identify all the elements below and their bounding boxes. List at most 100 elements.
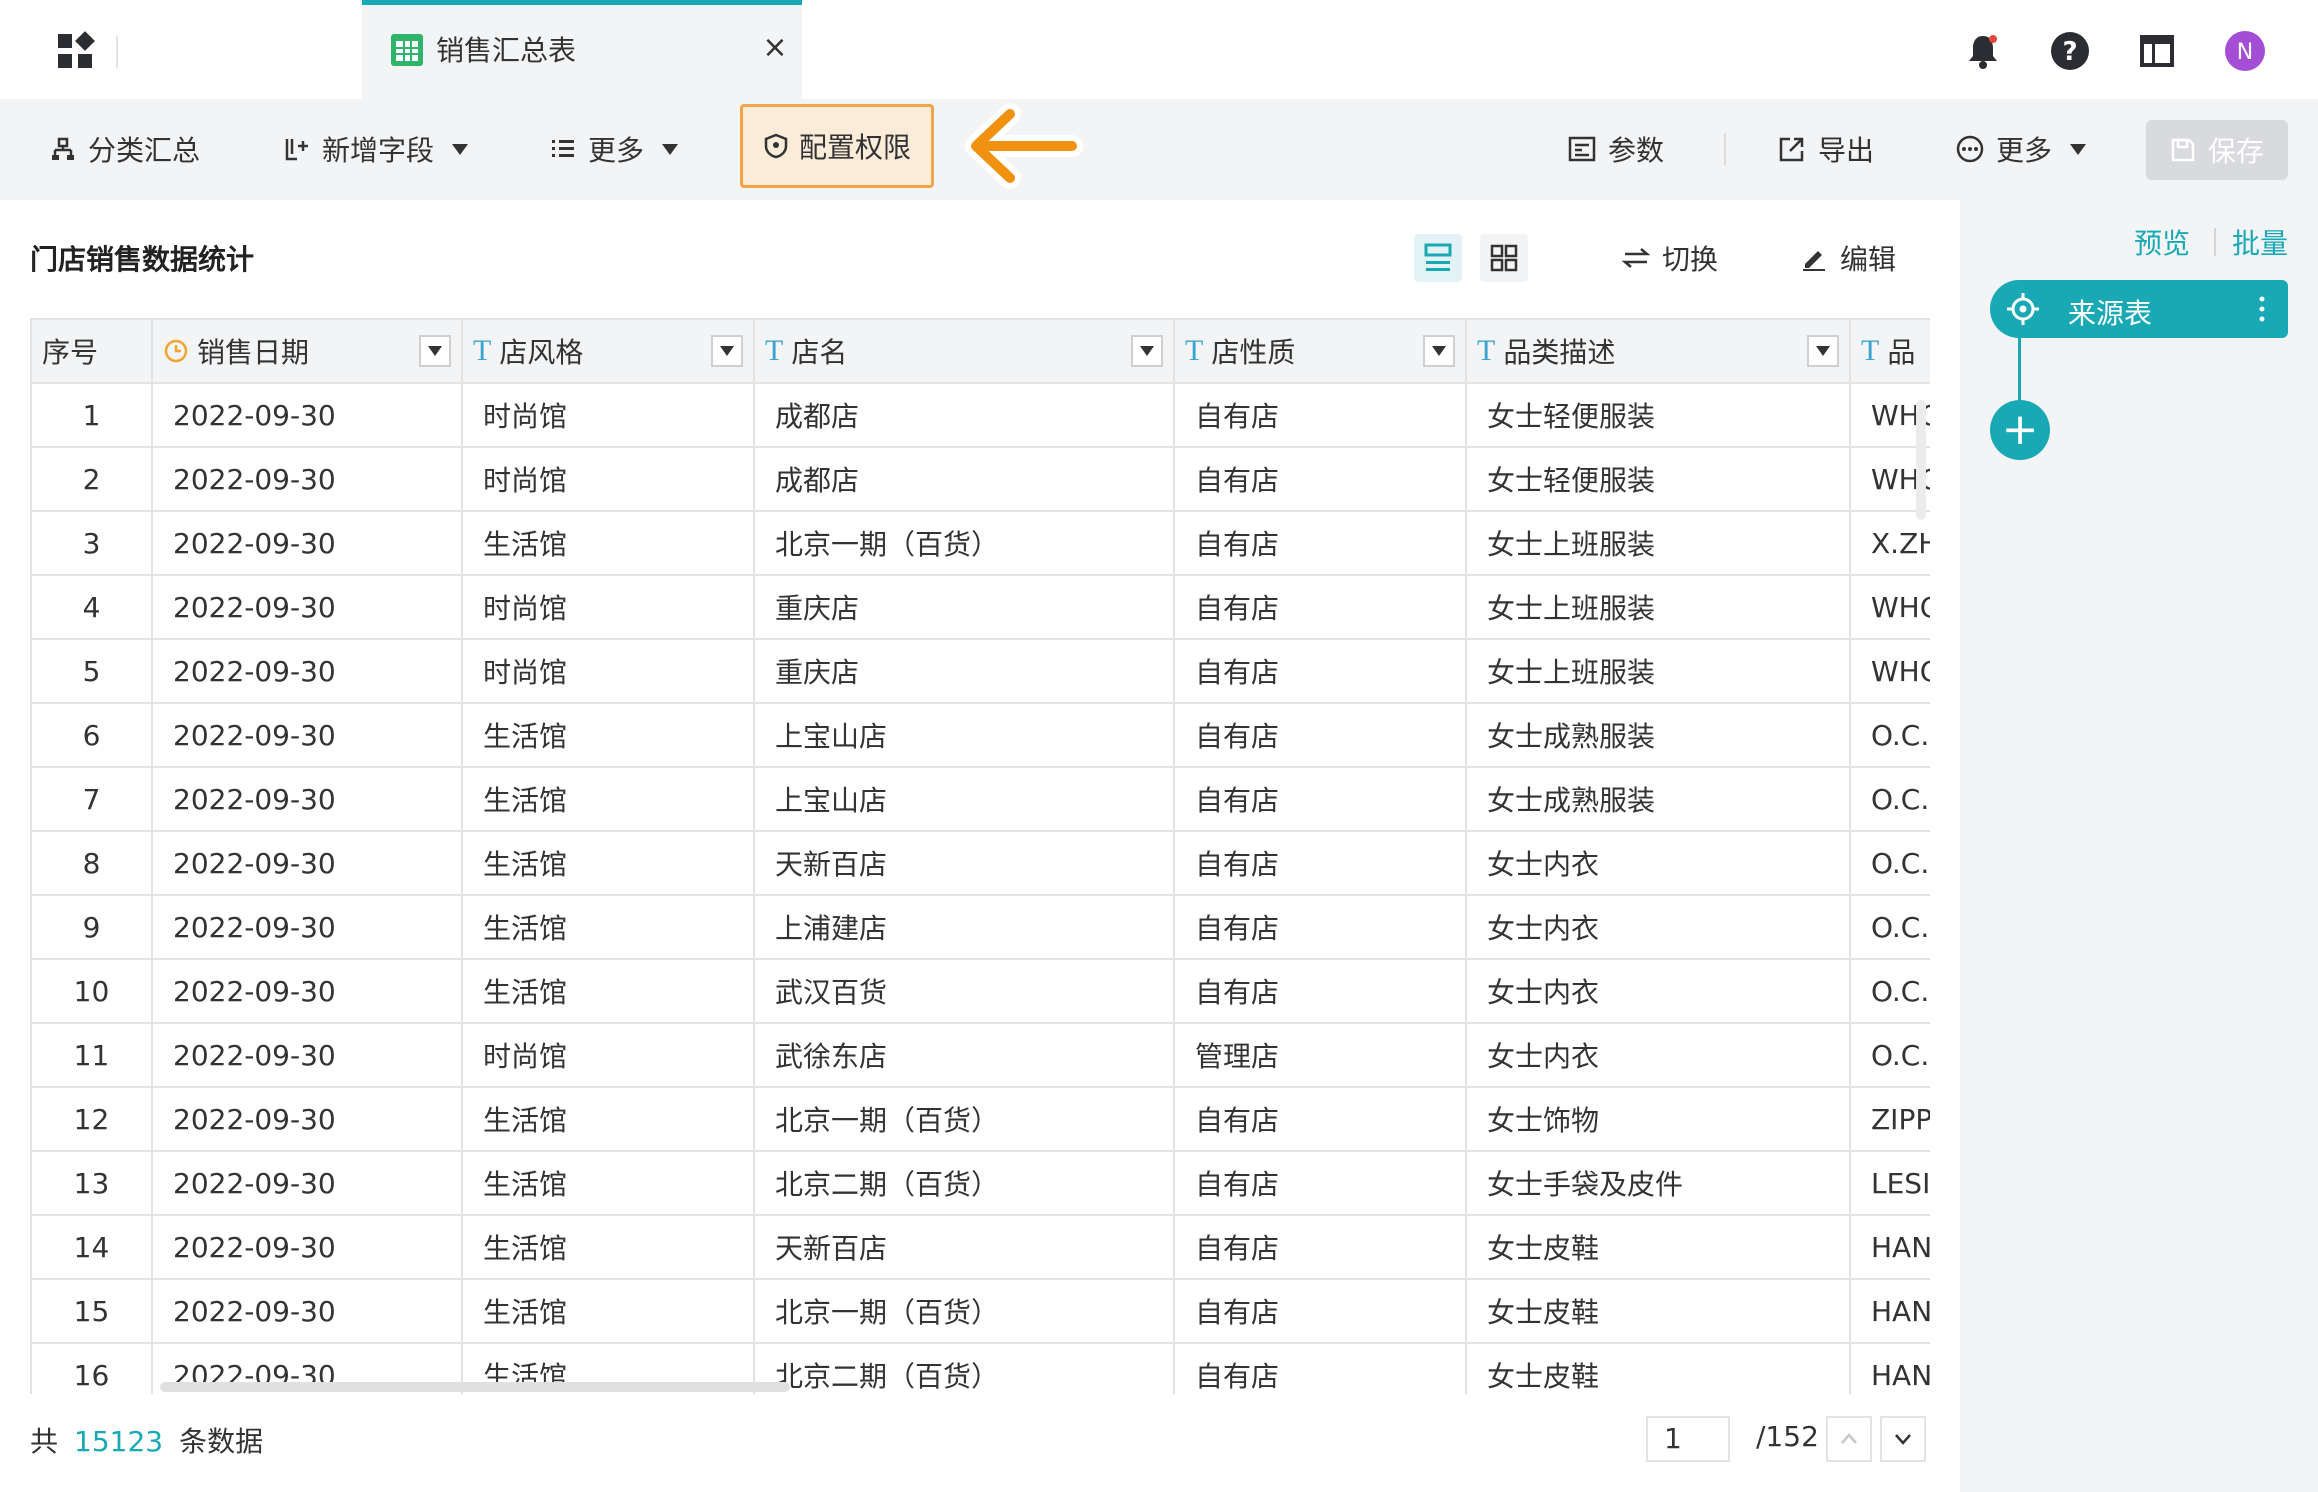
save-button[interactable]: 保存	[2146, 120, 2288, 180]
table-row[interactable]: 32022-09-30生活馆北京一期（百货）自有店女士上班服装X.ZH	[32, 511, 1930, 576]
source-table-node[interactable]: 来源表	[1990, 280, 2288, 338]
table-cell: O.C.	[1850, 831, 1930, 896]
record-count-number: 15123	[74, 1425, 164, 1458]
table-body: 12022-09-30时尚馆成都店自有店女士轻便服装WHO22022-09-30…	[32, 383, 1930, 1394]
edit-button[interactable]: 编辑	[1800, 234, 1896, 282]
export-button[interactable]: 导出	[1778, 99, 1874, 199]
table-cell: 2022-09-30	[152, 895, 463, 960]
table-row[interactable]: 14 2022-09-30 生活馆 天新百店 自有店 女士皮鞋 HAN	[32, 1215, 1930, 1280]
page-total: /152	[1756, 1420, 1819, 1453]
table-cell: 女士内衣	[1466, 959, 1851, 1024]
layout-icon[interactable]	[2134, 28, 2180, 74]
table-cell: 2022-09-30	[152, 959, 463, 1024]
table-cell: 上宝山店	[754, 767, 1175, 832]
table-row[interactable]: 52022-09-30时尚馆重庆店自有店女士上班服装WHO	[32, 639, 1930, 704]
divider	[116, 36, 118, 68]
table-row[interactable]: 42022-09-30时尚馆重庆店自有店女士上班服装WHO	[32, 575, 1930, 640]
table-cell: 重庆店	[754, 639, 1175, 704]
svg-text:N: N	[2237, 40, 2253, 65]
horizontal-scrollbar[interactable]	[160, 1382, 790, 1392]
caret-down-icon	[1432, 346, 1446, 356]
table-row[interactable]: 6 2022-09-30 生活馆 上宝山店 自有店 女士成熟服装 O.C.	[32, 703, 1930, 768]
column-header-store-style[interactable]: T 店风格	[462, 318, 755, 384]
page-next-button[interactable]	[1880, 1416, 1926, 1462]
table-row[interactable]: 12022-09-30时尚馆成都店自有店女士轻便服装WHO	[32, 383, 1930, 448]
table-row[interactable]: 22022-09-30时尚馆成都店自有店女士轻便服装WHO	[32, 447, 1930, 512]
table-row[interactable]: 9 2022-09-30 生活馆 上浦建店 自有店 女士内衣 O.C.	[32, 895, 1930, 960]
more-dots-icon	[1956, 135, 1984, 163]
table-cell: 生活馆	[462, 959, 755, 1024]
table-row[interactable]: 11 2022-09-30 时尚馆 武徐东店 管理店 女士内衣 O.C.	[32, 1023, 1930, 1088]
table-cell: 11	[32, 1023, 153, 1088]
table-cell: 13	[32, 1151, 153, 1216]
column-dropdown-button[interactable]	[419, 335, 451, 367]
table-cell: LESI	[1850, 1151, 1930, 1216]
avatar[interactable]: N	[2222, 28, 2268, 74]
table-cell: 自有店	[1174, 959, 1467, 1024]
table-cell: 上宝山店	[754, 703, 1175, 768]
page-prev-button[interactable]	[1826, 1416, 1872, 1462]
tab-sales-summary[interactable]: 销售汇总表 ×	[362, 0, 802, 99]
page-number-input[interactable]: 1	[1646, 1416, 1730, 1462]
table-row[interactable]: 13 2022-09-30 生活馆 北京二期（百货） 自有店 女士手袋及皮件 LESI	[32, 1151, 1930, 1216]
column-header-store-type[interactable]: T 店性质	[1174, 318, 1467, 384]
close-icon[interactable]: ×	[760, 33, 790, 63]
table-cell: WHO	[1850, 575, 1930, 640]
column-dropdown-button[interactable]	[711, 335, 743, 367]
column-header-store-name[interactable]: T 店名	[754, 318, 1175, 384]
table-cell: 2022-09-30	[152, 575, 463, 640]
table-cell: 2022-09-30	[152, 1151, 463, 1216]
table-cell: 生活馆	[462, 767, 755, 832]
list-view-icon[interactable]	[1414, 234, 1462, 282]
text-type-icon: T	[1861, 334, 1880, 367]
table-row[interactable]: 8 2022-09-30 生活馆 天新百店 自有店 女士内衣 O.C.	[32, 831, 1930, 896]
table-cell: 自有店	[1174, 1343, 1467, 1394]
switch-button[interactable]: 切换	[1622, 234, 1718, 282]
column-dropdown-button[interactable]	[1807, 335, 1839, 367]
preview-link[interactable]: 预览	[2134, 222, 2190, 262]
column-dropdown-button[interactable]	[1423, 335, 1455, 367]
bell-icon[interactable]	[1960, 28, 2006, 74]
params-button[interactable]: 参数	[1568, 99, 1664, 199]
export-icon	[1779, 137, 1804, 162]
table-row[interactable]: 7 2022-09-30 生活馆 上宝山店 自有店 女士成熟服装 O.C.	[32, 767, 1930, 832]
pencil-icon	[1803, 251, 1825, 271]
table-cell: X.ZH	[1850, 511, 1930, 576]
table-cell: O.C.	[1850, 1023, 1930, 1088]
table-cell: 自有店	[1174, 1151, 1467, 1216]
table-cell: O.C.	[1850, 767, 1930, 832]
more-left-button[interactable]: 更多	[550, 99, 679, 199]
add-field-button[interactable]: 新增字段	[284, 99, 469, 199]
config-permission-button[interactable]: 配置权限	[740, 104, 934, 188]
more-right-button[interactable]: 更多	[1956, 99, 2087, 199]
add-field-label: 新增字段	[322, 134, 435, 167]
group-summary-button[interactable]: 分类汇总	[50, 99, 200, 199]
grid-view-icon[interactable]	[1480, 234, 1528, 282]
table-cell: 女士皮鞋	[1466, 1215, 1851, 1280]
more-vertical-icon[interactable]	[2252, 290, 2272, 328]
column-dropdown-button[interactable]	[1131, 335, 1163, 367]
help-icon[interactable]: ?	[2047, 28, 2093, 74]
table-cell: 时尚馆	[462, 1023, 755, 1088]
toolbar: 分类汇总 新增字段 更多 参数 导出 更多	[0, 99, 2318, 199]
table-cell: 时尚馆	[462, 639, 755, 704]
table-row[interactable]: 15 2022-09-30 生活馆 北京一期（百货） 自有店 女士皮鞋 HAN	[32, 1279, 1930, 1344]
vertical-scrollbar[interactable]	[1916, 400, 1926, 520]
table-row[interactable]: 12 2022-09-30 生活馆 北京一期（百货） 自有店 女士饰物 ZIPP	[32, 1087, 1930, 1152]
table-cell: 时尚馆	[462, 447, 755, 512]
table-cell: 生活馆	[462, 1279, 755, 1344]
batch-link[interactable]: 批量	[2232, 222, 2288, 262]
apps-grid-icon[interactable]	[52, 28, 100, 76]
column-header-brand[interactable]: T 品	[1850, 318, 1930, 384]
table-row[interactable]: 10 2022-09-30 生活馆 武汉百货 自有店 女士内衣 O.C.	[32, 959, 1930, 1024]
table-cell: ZIPP	[1850, 1087, 1930, 1152]
column-header-category-desc[interactable]: T 品类描述	[1466, 318, 1851, 384]
record-count-prefix: 共	[30, 1425, 59, 1458]
table-cell: 4	[32, 575, 153, 640]
add-node-button[interactable]: +	[1990, 400, 2050, 460]
shield-icon	[764, 133, 788, 159]
column-header-sale-date[interactable]: 销售日期	[152, 318, 463, 384]
edit-label: 编辑	[1840, 243, 1897, 276]
table-cell: 自有店	[1174, 383, 1467, 448]
table-cell: 2022-09-30	[152, 447, 463, 512]
